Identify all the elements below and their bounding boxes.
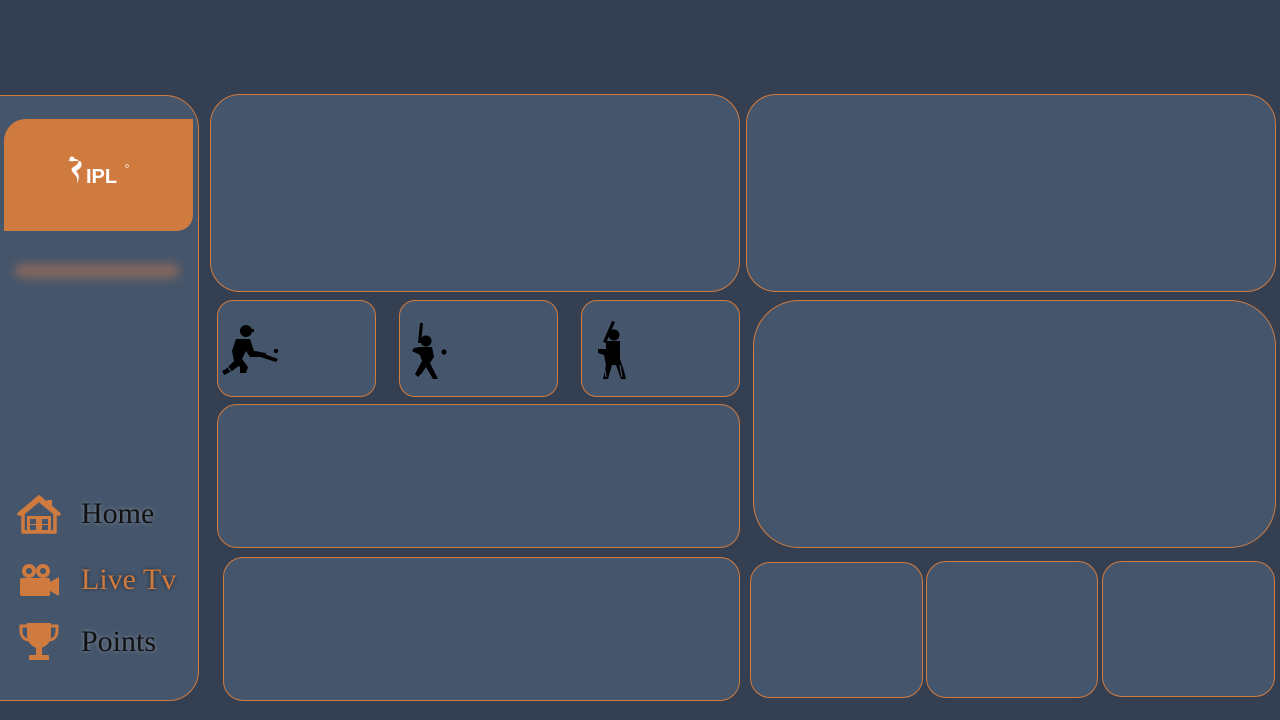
nav-item-points[interactable]: Points bbox=[15, 620, 190, 664]
nav-item-live-tv[interactable]: Live Tv bbox=[15, 558, 190, 602]
batting-tile-1[interactable] bbox=[217, 300, 376, 397]
ipl-logo-box[interactable]: IPL bbox=[4, 119, 193, 231]
small-tile-3[interactable] bbox=[1102, 561, 1275, 697]
trophy-icon bbox=[15, 620, 63, 664]
content-panel-middle[interactable] bbox=[217, 404, 740, 548]
blurred-placeholder-text bbox=[15, 264, 179, 278]
batter-ready-icon bbox=[598, 321, 626, 379]
content-panel-right-large[interactable] bbox=[753, 300, 1276, 548]
featured-panel-right[interactable] bbox=[746, 94, 1276, 292]
nav-item-home[interactable]: Home bbox=[15, 492, 190, 536]
nav-label-home: Home bbox=[81, 497, 155, 530]
batting-tile-3[interactable] bbox=[581, 300, 740, 397]
sidebar: IPL Home Live Tv Points bbox=[0, 95, 199, 701]
batter-sweep-icon bbox=[222, 325, 279, 375]
batter-stance-icon bbox=[412, 323, 447, 379]
featured-panel-left[interactable] bbox=[210, 94, 740, 292]
dashboard: IPL Home Live Tv Points bbox=[0, 0, 1280, 720]
nav-label-live-tv: Live Tv bbox=[81, 563, 177, 596]
batting-tile-2[interactable] bbox=[399, 300, 558, 397]
video-camera-icon bbox=[15, 558, 63, 602]
nav-label-points: Points bbox=[81, 625, 157, 658]
content-panel-bottom[interactable] bbox=[223, 557, 740, 701]
ipl-logo: IPL bbox=[68, 156, 129, 189]
small-tile-1[interactable] bbox=[750, 562, 923, 698]
home-icon bbox=[15, 492, 63, 536]
small-tile-2[interactable] bbox=[926, 561, 1098, 698]
logo-text: IPL bbox=[86, 166, 117, 188]
